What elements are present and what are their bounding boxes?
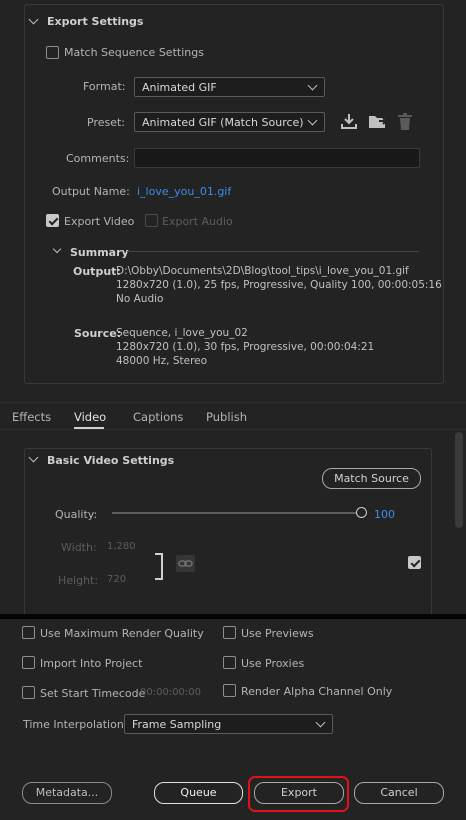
- summary-source-line-2: 1280x720 (1.0), 30 fps, Progressive, 00:…: [116, 341, 375, 353]
- basic-video-title: Basic Video Settings: [47, 454, 175, 467]
- time-interpolation-select[interactable]: Frame Sampling: [124, 714, 333, 734]
- export-settings-title: Export Settings: [47, 15, 144, 28]
- summary-divider: [127, 251, 419, 252]
- metadata-button[interactable]: Metadata...: [22, 782, 112, 804]
- summary-source-line-1: Sequence, i_love_you_02: [116, 327, 248, 339]
- tab-captions[interactable]: Captions: [133, 410, 183, 424]
- dimension-link-bracket: [155, 553, 163, 580]
- match-sequence-checkbox[interactable]: [46, 46, 59, 59]
- set-start-timecode-label: Set Start Timecode: [40, 687, 146, 700]
- chevron-down-icon: [307, 115, 318, 126]
- queue-button[interactable]: Queue: [154, 782, 243, 804]
- chevron-down-icon: [307, 80, 318, 91]
- import-into-project-label: Import Into Project: [40, 657, 143, 670]
- quality-slider-thumb[interactable]: [356, 507, 367, 518]
- format-label: Format:: [83, 80, 126, 93]
- tab-bar-top-divider: [0, 402, 466, 403]
- summary-source-line-3: 48000 Hz, Stereo: [116, 355, 208, 367]
- height-label: Height:: [58, 574, 99, 587]
- quality-slider-track[interactable]: [112, 512, 362, 514]
- max-render-quality-label: Use Maximum Render Quality: [40, 627, 204, 640]
- use-previews-checkbox[interactable]: [223, 626, 236, 639]
- delete-preset-icon[interactable]: [397, 113, 413, 130]
- chevron-down-icon: [315, 717, 326, 728]
- bottom-band: [0, 614, 466, 619]
- format-select-value: Animated GIF: [142, 81, 217, 94]
- output-name-link[interactable]: i_love_you_01.gif: [137, 185, 231, 198]
- format-select[interactable]: Animated GIF: [134, 77, 325, 97]
- max-render-quality-checkbox[interactable]: [22, 626, 35, 639]
- summary-source-label: Source:: [74, 327, 122, 340]
- use-previews-label: Use Previews: [241, 627, 314, 640]
- scrollbar-thumb[interactable]: [455, 432, 463, 528]
- time-interpolation-label: Time Interpolation:: [23, 718, 128, 731]
- quality-label: Quality:: [55, 508, 98, 521]
- match-sequence-label: Match Sequence Settings: [64, 46, 204, 59]
- comments-label: Comments:: [66, 152, 130, 165]
- render-alpha-checkbox[interactable]: [223, 684, 236, 697]
- match-source-button[interactable]: Match Source: [322, 468, 421, 489]
- use-proxies-checkbox[interactable]: [223, 656, 236, 669]
- width-label: Width:: [61, 541, 97, 554]
- export-audio-checkbox[interactable]: [145, 214, 158, 227]
- chain-link-icon[interactable]: [176, 555, 195, 572]
- preset-label: Preset:: [87, 116, 126, 129]
- comments-input[interactable]: [134, 148, 420, 168]
- summary-output-label: Output:: [73, 265, 121, 278]
- summary-output-line-1: D:\Obby\Documents\2D\Blog\tool_tips\i_lo…: [116, 265, 409, 277]
- cancel-button[interactable]: Cancel: [354, 782, 444, 804]
- output-name-label: Output Name:: [52, 185, 130, 198]
- import-into-project-checkbox[interactable]: [22, 656, 35, 669]
- time-interpolation-value: Frame Sampling: [132, 718, 222, 731]
- start-timecode-value[interactable]: 00:00:00:00: [140, 687, 201, 698]
- set-start-timecode-checkbox[interactable]: [22, 686, 35, 699]
- summary-output-line-2: 1280x720 (1.0), 25 fps, Progressive, Qua…: [116, 279, 442, 291]
- export-video-checkbox[interactable]: [46, 214, 59, 227]
- export-video-label: Export Video: [64, 215, 135, 228]
- summary-title: Summary: [70, 246, 129, 259]
- use-proxies-label: Use Proxies: [241, 657, 305, 670]
- resize-checkbox[interactable]: [408, 556, 421, 569]
- height-value[interactable]: 720: [107, 574, 126, 585]
- summary-output-line-3: No Audio: [116, 293, 164, 305]
- width-value[interactable]: 1,280: [107, 541, 136, 552]
- preset-select[interactable]: Animated GIF (Match Source): [134, 112, 325, 132]
- export-audio-label: Export Audio: [162, 215, 233, 228]
- tab-bar-bottom-divider: [0, 429, 466, 430]
- render-alpha-label: Render Alpha Channel Only: [241, 685, 393, 698]
- save-preset-icon[interactable]: [340, 113, 358, 130]
- export-highlight-annotation: [248, 776, 349, 812]
- tab-video[interactable]: Video: [74, 410, 106, 424]
- quality-value[interactable]: 100: [374, 508, 395, 521]
- tab-effects[interactable]: Effects: [12, 410, 51, 424]
- tab-publish[interactable]: Publish: [206, 410, 247, 424]
- import-preset-icon[interactable]: [368, 113, 388, 130]
- preset-select-value: Animated GIF (Match Source): [142, 116, 304, 129]
